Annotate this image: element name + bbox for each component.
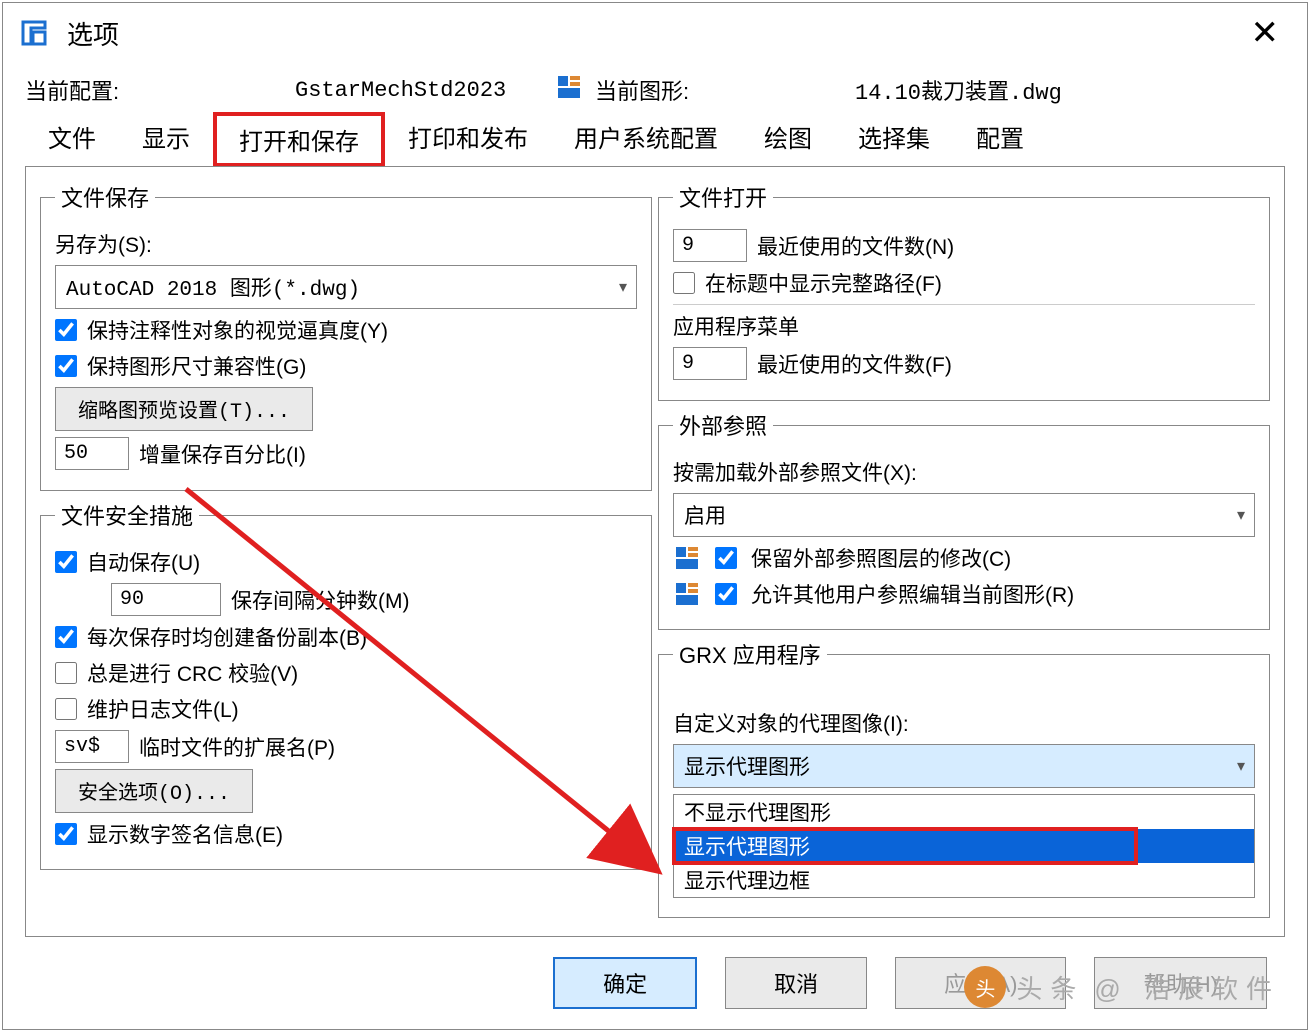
layer-icon-2 [673, 580, 701, 608]
current-drawing-value: 14.10裁刀装置.dwg [855, 74, 1062, 106]
chk-fullpath[interactable] [673, 272, 695, 294]
chk-visual-fidelity[interactable] [55, 319, 77, 341]
appmenu-label: 应用程序菜单 [673, 311, 799, 341]
chk-digsig[interactable] [55, 823, 77, 845]
proxy-select[interactable]: 显示代理图形 [673, 744, 1255, 788]
current-drawing-label: 当前图形: [595, 74, 855, 106]
chk-backup[interactable] [55, 626, 77, 648]
chk-retain-layer[interactable] [715, 547, 737, 569]
chk-log[interactable] [55, 698, 77, 720]
watermark-logo-icon: 头 [964, 966, 1006, 1008]
group-xref: 外部参照 按需加载外部参照文件(X): 启用 保留外部参照图层的修改(C) 允许… [658, 409, 1270, 630]
group-file-save: 文件保存 另存为(S): AutoCAD 2018 图形(*.dwg) 保持注释… [40, 181, 652, 491]
tab-open-save[interactable]: 打开和保存 [213, 112, 385, 167]
btn-thumb-preview[interactable]: 缩略图预览设置(T)... [55, 387, 313, 431]
tabs: 文件 显示 打开和保存 打印和发布 用户系统配置 绘图 选择集 配置 [25, 111, 1285, 166]
close-icon[interactable]: ✕ [1239, 13, 1292, 53]
tab-display[interactable]: 显示 [119, 112, 213, 167]
save-as-label: 另存为(S): [55, 229, 152, 259]
window-title: 选项 [67, 15, 119, 52]
proxy-dropdown[interactable]: 不显示代理图形 显示代理图形 显示代理边框 [673, 794, 1255, 898]
tab-print[interactable]: 打印和发布 [385, 112, 551, 167]
config-row: 当前配置: GstarMechStd2023 当前图形: 14.10裁刀装置.d… [3, 63, 1307, 111]
proxy-option-border[interactable]: 显示代理边框 [674, 863, 1254, 897]
tab-selection[interactable]: 选择集 [835, 112, 953, 167]
chk-allow-edit[interactable] [715, 583, 737, 605]
tab-user-config[interactable]: 用户系统配置 [551, 112, 741, 167]
title-bar: 选项 ✕ [3, 3, 1307, 63]
group-file-open: 文件打开 最近使用的文件数(N) 在标题中显示完整路径(F) 应用程序菜单 最近… [658, 181, 1270, 401]
tab-draw[interactable]: 绘图 [741, 112, 835, 167]
drawing-icon [555, 73, 595, 107]
group-file-safety: 文件安全措施 自动保存(U) 保存间隔分钟数(M) 每次保存时均创建备份副本(B… [40, 499, 652, 870]
btn-security[interactable]: 安全选项(O)... [55, 769, 253, 813]
tab-panel: 文件保存 另存为(S): AutoCAD 2018 图形(*.dwg) 保持注释… [25, 166, 1285, 937]
appmenu-recent-input[interactable] [673, 347, 747, 380]
layer-icon [673, 544, 701, 572]
chk-autosave[interactable] [55, 551, 77, 573]
xref-load-select[interactable]: 启用 [673, 493, 1255, 537]
autosave-minutes-input[interactable] [111, 583, 221, 616]
temp-ext-input[interactable] [55, 730, 129, 763]
chk-size-compat[interactable] [55, 355, 77, 377]
proxy-option-none[interactable]: 不显示代理图形 [674, 795, 1254, 829]
group-grx: GRX 应用程序 自定义对象的代理图像(I): 显示代理图形 不显示代理图形 显… [658, 638, 1270, 918]
current-config-label: 当前配置: [25, 74, 295, 106]
recent-files-input[interactable] [673, 229, 747, 262]
app-icon [19, 18, 49, 48]
tab-file[interactable]: 文件 [25, 112, 119, 167]
cancel-button[interactable]: 取消 [725, 957, 867, 1009]
save-as-select[interactable]: AutoCAD 2018 图形(*.dwg) [55, 265, 637, 309]
proxy-option-show[interactable]: 显示代理图形 [674, 829, 1254, 863]
current-config-value: GstarMechStd2023 [295, 78, 555, 103]
chk-crc[interactable] [55, 662, 77, 684]
ok-button[interactable]: 确定 [553, 957, 697, 1009]
watermark: 头 头条 @ 浩辰软件 [964, 966, 1280, 1008]
incr-save-input[interactable] [55, 437, 129, 470]
tab-config[interactable]: 配置 [953, 112, 1047, 167]
